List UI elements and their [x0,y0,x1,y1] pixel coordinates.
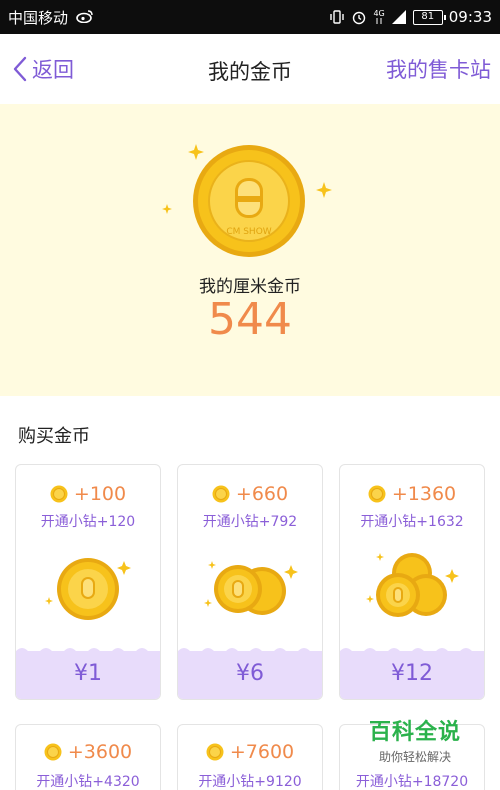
watermark-title: 百科全说 [368,720,461,745]
package-amount-row: +7600 [178,741,322,763]
package-card-4[interactable]: +3600 开通小钻+4320 [15,724,161,790]
package-amount: +7600 [229,741,295,763]
data-arrows-icon [376,18,382,24]
vibrate-icon [330,10,345,24]
coin-text: CM SHOW [226,227,271,237]
nav-bar: 返回 我的金币 我的售卡站 [0,34,500,104]
wave-divider [340,648,484,655]
watermark: 百科全说 助你轻松解决 [340,714,490,765]
battery-icon: 81 [412,9,446,25]
price-bar: ¥1 [16,648,160,699]
wave-divider [178,648,322,655]
package-bonus: 开通小钻+120 [40,514,136,530]
balance-value: 544 [208,294,292,345]
package-price: ¥1 [74,661,102,686]
package-card-1[interactable]: +100 开通小钻+120 ¥1 [15,464,161,700]
network-label: 4G [373,9,385,18]
coin-icon [368,485,386,503]
signal-icon [391,10,406,24]
coin-icon [50,485,68,503]
package-amount: +3600 [67,741,133,763]
package-amount-row: +660 [178,483,322,505]
package-amount: +1360 [391,483,457,505]
package-price: ¥12 [391,661,433,686]
package-card-5[interactable]: +7600 开通小钻+9120 [177,724,323,790]
coin-balance-panel: CM SHOW 我的厘米金币 544 [0,104,500,396]
price-bar: ¥12 [340,648,484,699]
package-amount-row: +100 [16,483,160,505]
status-icons: 4G 81 09:33 [329,6,492,28]
double-coin-art [204,561,298,615]
single-coin-art [45,558,131,620]
price-bar: ¥6 [178,648,322,699]
clock: 09:33 [448,8,492,26]
watermark-subtitle: 助你轻松解决 [378,750,451,764]
coin-icon: CM SHOW [193,145,305,257]
package-bonus: 开通小钻+18720 [355,774,469,790]
section-title: 购买金币 [18,426,90,447]
alarm-icon [353,11,366,25]
coin-pile-art [366,553,459,617]
package-card-2[interactable]: +660 开通小钻+792 ¥6 [177,464,323,700]
package-bonus: 开通小钻+9120 [198,774,302,790]
package-bonus: 开通小钻+1632 [360,514,464,530]
coin-icon [212,485,230,503]
chevron-left-icon [13,56,27,82]
sparkle-icon [162,204,172,214]
weibo-icon [76,10,93,23]
package-price: ¥6 [236,661,264,686]
coin-icon [44,743,62,761]
my-card-shop-link[interactable]: 我的售卡站 [386,54,491,84]
package-amount: +660 [235,483,289,505]
package-amount-row: +1360 [340,483,484,505]
status-bar: 中国移动 4G 81 09:33 [0,0,500,34]
wave-divider [16,648,160,655]
package-amount-row: +3600 [16,741,160,763]
package-amount: +100 [73,483,127,505]
sparkle-icon [316,182,332,198]
network-indicator: 4G [373,9,385,24]
package-bonus: 开通小钻+4320 [36,774,140,790]
carrier-name: 中国移动 [8,9,69,27]
back-button[interactable]: 返回 [12,54,74,84]
package-bonus: 开通小钻+792 [202,514,298,530]
package-card-3[interactable]: +1360 开通小钻+1632 ¥12 [339,464,485,700]
coin-icon [206,743,224,761]
battery-level: 81 [421,10,435,22]
back-label: 返回 [32,58,74,82]
